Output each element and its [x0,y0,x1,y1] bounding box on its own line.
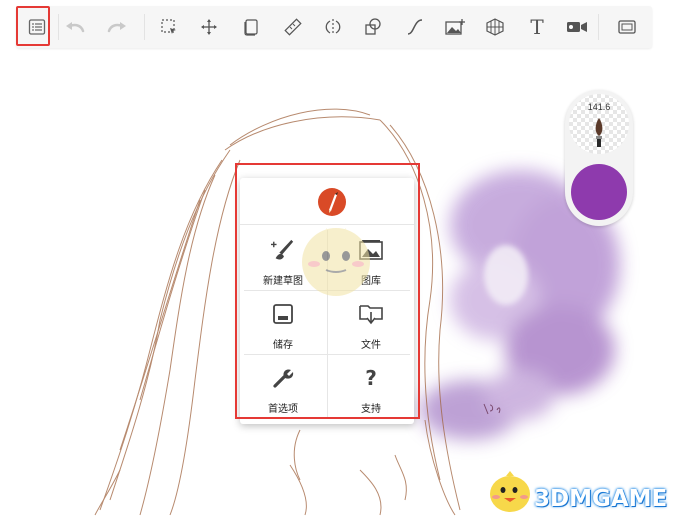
fullscreen-icon [618,20,636,34]
fullscreen-button[interactable] [610,10,644,44]
brush-tip-icon [595,118,603,147]
layer-button[interactable] [234,10,268,44]
text-button[interactable]: T [520,10,554,44]
add-image-icon [445,19,465,35]
shapes-button[interactable] [356,10,390,44]
watermark-text: 3DMGAME [534,486,668,512]
brush-size-value: 141.6 [587,102,611,112]
watermark-mascot [490,471,530,512]
symmetry-icon [325,19,341,35]
ruler-button[interactable] [276,10,310,44]
symmetry-button[interactable] [316,10,350,44]
ruler-icon [284,18,302,36]
menu-button-highlight [16,6,50,46]
undo-button[interactable] [58,10,92,44]
brush-panel: 141.6 [565,90,633,226]
selection-icon [161,19,176,34]
video-record-button[interactable] [560,10,594,44]
perspective-grid-icon [486,18,504,36]
transform-icon [201,19,217,35]
layer-icon [244,19,258,36]
top-toolbar: T [16,6,652,48]
shapes-icon [365,18,381,35]
selection-button[interactable] [152,10,186,44]
curve-icon [407,19,423,35]
transform-button[interactable] [192,10,226,44]
curve-button[interactable] [398,10,432,44]
redo-icon [107,22,126,33]
mascot-watermark [302,228,370,296]
add-image-button[interactable] [438,10,472,44]
redo-button[interactable] [100,10,134,44]
undo-icon [66,22,85,33]
perspective-button[interactable] [478,10,512,44]
color-swatch[interactable] [571,164,627,220]
brush-size-puck[interactable]: 141.6 [569,94,629,154]
video-record-icon [567,22,587,32]
text-icon: T [530,15,544,39]
